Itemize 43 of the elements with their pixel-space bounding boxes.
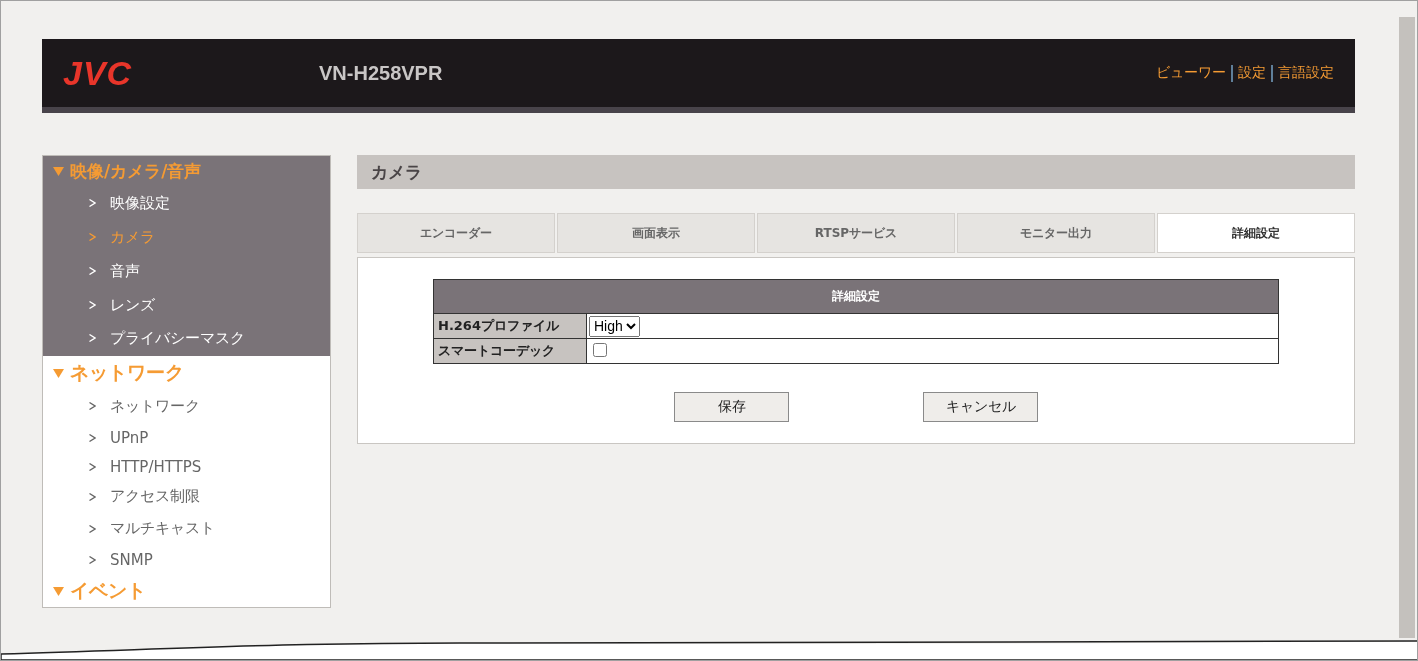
model-name: VN-H258VPR (319, 61, 444, 85)
sidebar-item[interactable]: 映像設定 (43, 186, 330, 220)
header-link[interactable]: 言語設定 (1278, 64, 1334, 82)
sidebar-item[interactable]: ネットワーク (43, 389, 330, 423)
action-button[interactable]: キャンセル (923, 392, 1038, 422)
chevron-icon (89, 433, 96, 442)
triangle-icon (53, 586, 64, 596)
scrollbar[interactable] (1399, 17, 1415, 638)
header-link[interactable]: 設定 (1238, 64, 1266, 82)
tab[interactable]: 詳細設定 (1157, 213, 1355, 253)
sidebar-item[interactable]: UPnP (43, 423, 330, 452)
triangle-icon (53, 167, 64, 176)
chevron-icon (89, 334, 96, 342)
triangle-icon (53, 368, 64, 378)
sidebar-item[interactable]: HTTP/HTTPS (43, 452, 330, 481)
tab[interactable]: エンコーダー (357, 213, 555, 253)
chevron-icon (89, 267, 96, 275)
chevron-icon (89, 462, 96, 471)
page-title: カメラ (357, 155, 1355, 189)
chevron-icon (89, 301, 96, 309)
tab[interactable]: モニター出力 (957, 213, 1155, 253)
logo: JVC (63, 53, 134, 93)
profile-select[interactable]: High (589, 315, 640, 337)
sidebar-item[interactable]: 音声 (43, 254, 330, 288)
sidebar-item[interactable]: マルチキャスト (43, 512, 330, 545)
chevron-icon (89, 402, 96, 410)
chevron-icon (89, 555, 96, 564)
row-label: H.264プロファイル (433, 313, 587, 339)
checkbox[interactable] (593, 342, 607, 357)
row-label: スマートコーデック (433, 338, 587, 364)
sidebar-item[interactable]: アクセス制限 (43, 481, 330, 512)
sidebar-item[interactable]: プライバシーマスク (43, 322, 330, 354)
chevron-icon (89, 524, 96, 533)
chevron-icon (89, 233, 96, 241)
chevron-icon (89, 199, 96, 207)
chevron-icon (89, 492, 96, 501)
tab[interactable]: RTSPサービス (757, 213, 955, 253)
tab[interactable]: 画面表示 (557, 213, 755, 253)
action-button[interactable]: 保存 (674, 392, 789, 422)
sidebar-item[interactable]: SNMP (43, 545, 330, 574)
sidebar-item[interactable]: レンズ (43, 288, 330, 322)
header-link[interactable]: ビューワー (1156, 64, 1226, 82)
table-header: 詳細設定 (433, 279, 1279, 314)
